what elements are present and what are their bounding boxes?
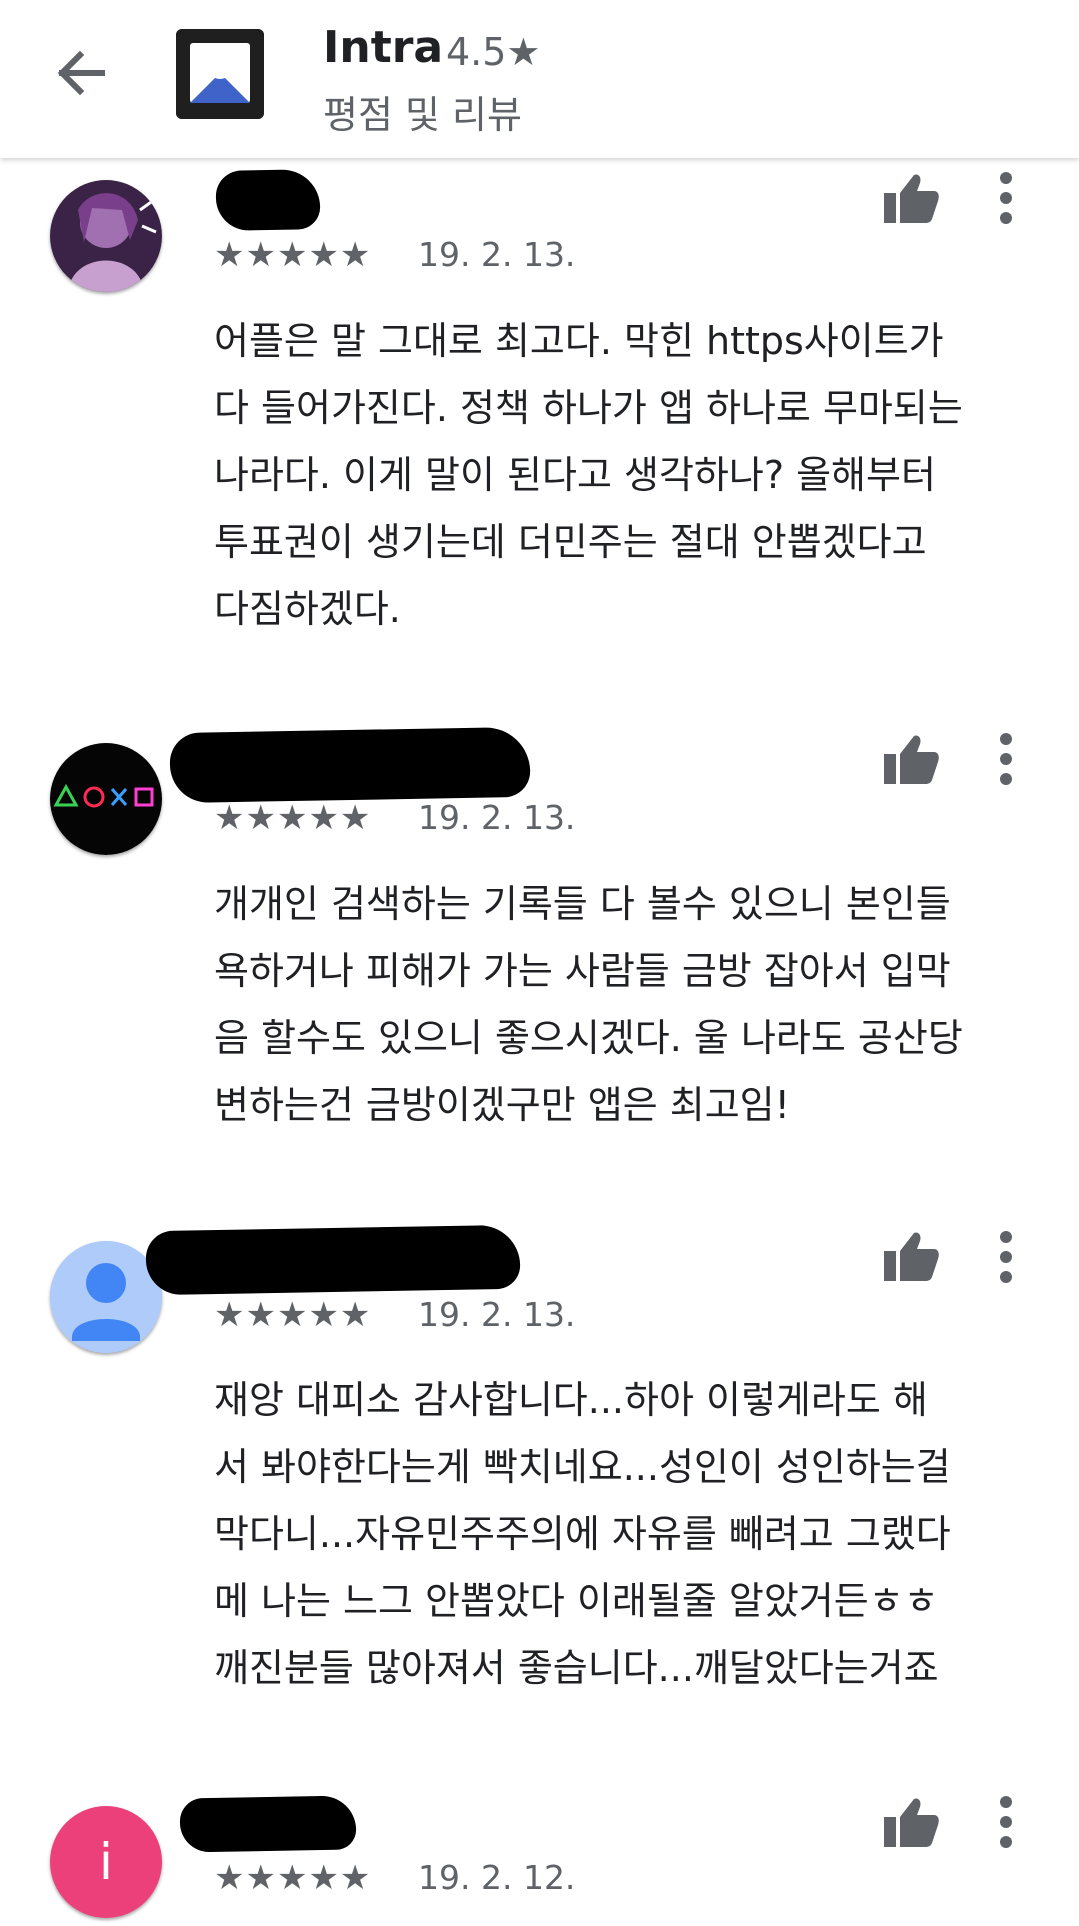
more-options-button[interactable] <box>990 170 1022 226</box>
star-rating: ★★★★★ <box>214 1295 372 1335</box>
more-options-button[interactable] <box>990 1794 1022 1850</box>
review-date: 19. 2. 13. <box>418 1295 576 1334</box>
reviewer-avatar[interactable]: i <box>50 1806 162 1918</box>
intra-logo-icon <box>176 29 264 119</box>
app-name: Intra <box>323 22 444 73</box>
more-vert-icon <box>1000 1796 1012 1848</box>
arrow-back-icon <box>57 50 105 96</box>
more-vert-icon <box>1000 1231 1012 1283</box>
page-subtitle: 평점 및 리뷰 <box>323 93 522 137</box>
helpful-button[interactable] <box>882 1231 940 1283</box>
reviewer-name-redacted <box>215 169 321 231</box>
reviewer-name-redacted <box>179 1795 357 1853</box>
review-text: 개개인 검색하는 기록들 다 볼수 있으니 본인들 욕하거나 피해가 가는 사람… <box>214 882 963 1127</box>
star-rating: ★★★★★ <box>214 235 372 275</box>
reviewer-name-redacted <box>145 1224 521 1296</box>
review-date: 19. 2. 13. <box>418 235 576 274</box>
star-rating: ★★★★★ <box>214 1858 372 1898</box>
thumbs-up-icon <box>884 735 939 784</box>
helpful-button[interactable] <box>882 1797 940 1849</box>
review-date: 19. 2. 12. <box>418 1858 576 1897</box>
more-vert-icon <box>1000 733 1012 785</box>
more-options-button[interactable] <box>990 731 1022 787</box>
reviewer-name-redacted <box>169 726 531 804</box>
review-text: 재앙 대피소 감사합니다...하아 이렇게라도 해 서 봐야한다는게 빡치네요.… <box>214 1378 951 1690</box>
app-icon[interactable] <box>176 29 264 119</box>
helpful-button[interactable] <box>882 734 940 786</box>
star-rating: ★★★★★ <box>214 798 372 838</box>
more-vert-icon <box>1000 172 1012 224</box>
anime-avatar-image <box>50 180 162 292</box>
helpful-button[interactable] <box>882 173 940 225</box>
app-rating: 4.5★ <box>446 30 541 74</box>
review-date: 19. 2. 13. <box>418 798 576 837</box>
review-text: 어플은 말 그대로 최고다. 막힌 https사이트가 다 들어가진다. 정책 … <box>214 319 963 631</box>
app-header: Intra 4.5★ 평점 및 리뷰 <box>0 0 1079 158</box>
thumbs-up-icon <box>884 1232 939 1281</box>
reviewer-avatar[interactable] <box>50 180 162 292</box>
avatar-letter: i <box>99 1833 113 1891</box>
thumbs-up-icon <box>884 174 939 223</box>
thumbs-up-icon <box>884 1798 939 1847</box>
back-button[interactable] <box>50 43 110 103</box>
reviewer-avatar[interactable] <box>50 743 162 855</box>
more-options-button[interactable] <box>990 1229 1022 1285</box>
neon-symbols-avatar-image <box>50 743 162 855</box>
